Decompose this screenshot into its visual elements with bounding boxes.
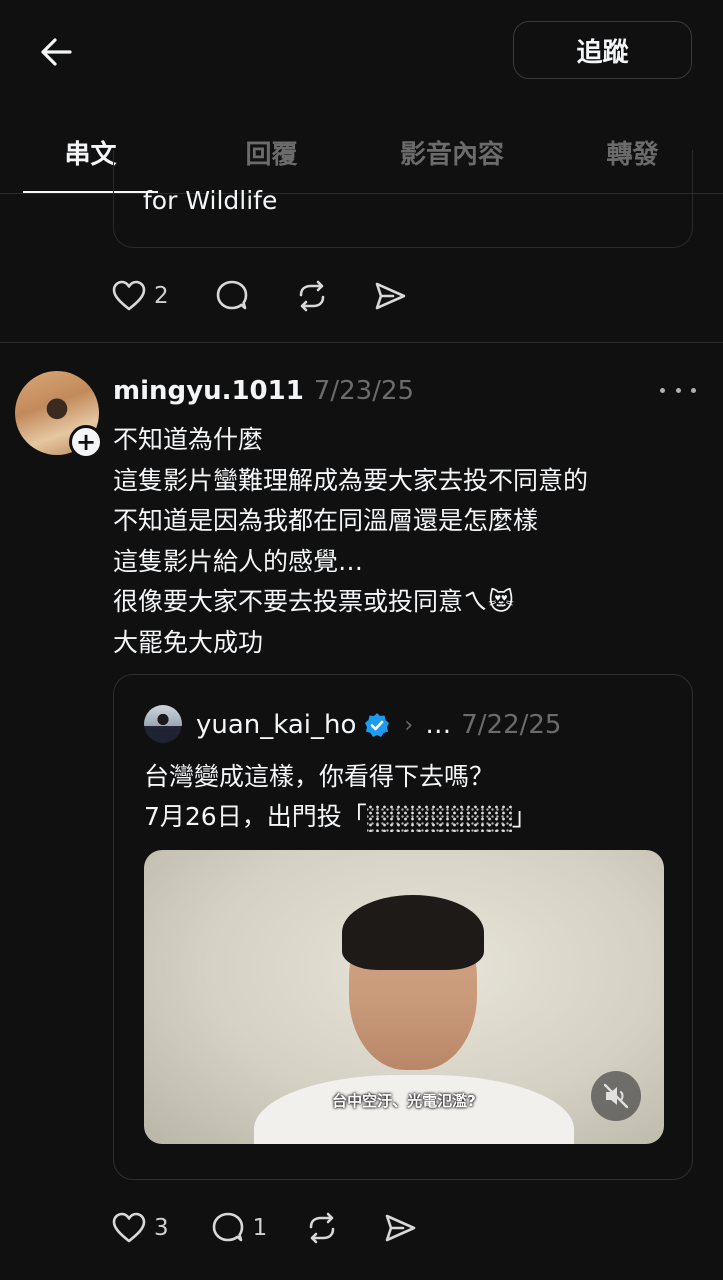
- mute-button[interactable]: [591, 1071, 641, 1121]
- heart-icon: [112, 280, 146, 311]
- quoted-username[interactable]: yuan_kai_ho: [196, 710, 356, 740]
- post-date: 7/23/25: [313, 376, 415, 406]
- quoted-text-line: 7月26日，出門投「 」: [144, 797, 537, 837]
- quoted-text-suffix: 」: [511, 802, 537, 831]
- follow-button[interactable]: 追蹤: [513, 21, 692, 79]
- profile-thread-page: 追蹤 串文 回覆 影音內容 轉發 for Wildlife 2 + mingyu…: [0, 0, 723, 1280]
- quoted-post-header: yuan_kai_ho › … 7/22/25: [196, 705, 561, 745]
- video-thumbnail[interactable]: 台中空汙、光電氾濫?: [144, 850, 664, 1144]
- back-button[interactable]: [32, 28, 80, 76]
- post-text-line: 大罷免大成功: [113, 627, 264, 657]
- like-count: 3: [154, 1215, 169, 1241]
- quoted-post-date: 7/22/25: [461, 710, 562, 740]
- post-actions: 3 1: [112, 1208, 445, 1248]
- post-divider: [0, 342, 723, 343]
- quoted-post-text: 台灣變成這樣，你看得下去嗎？ 7月26日，出門投「 」: [144, 757, 537, 837]
- post-header: mingyu.1011 7/23/25: [113, 372, 414, 410]
- verified-badge-icon: [364, 712, 390, 738]
- quoted-text-line: 台灣變成這樣，你看得下去嗎？: [144, 762, 495, 791]
- thread-ellipsis: …: [425, 710, 452, 740]
- repost-icon: [309, 1212, 335, 1244]
- muted-speaker-icon: [603, 1083, 629, 1109]
- reply-count: 1: [252, 1215, 268, 1241]
- more-options-icon[interactable]: [660, 378, 696, 402]
- previous-post-actions: 2: [112, 276, 435, 316]
- video-caption: 台中空汙、光電氾濫?: [332, 1092, 476, 1110]
- top-bar: 追蹤: [0, 0, 723, 110]
- post-text-line: 這隻影片蠻難理解成為要大家去投不同意的: [113, 465, 589, 495]
- repost-button[interactable]: [305, 1208, 339, 1248]
- reply-button[interactable]: 1: [211, 1208, 268, 1248]
- like-button[interactable]: 2: [112, 276, 169, 316]
- previous-post-card-text: for Wildlife: [143, 186, 278, 215]
- post-text-line: 很像要大家不要去投票或投同意ㄟ😻: [113, 587, 515, 617]
- post-text-line: 不知道是因為我都在同溫層還是怎麼樣: [113, 506, 539, 536]
- quoted-avatar[interactable]: [144, 705, 182, 743]
- quoted-text-prefix: 7月26日，出門投「: [144, 802, 367, 831]
- follow-plus-icon[interactable]: +: [69, 425, 103, 459]
- repost-icon: [299, 280, 324, 312]
- reply-button[interactable]: [215, 276, 249, 316]
- post-text: 不知道為什麼 這隻影片蠻難理解成為要大家去投不同意的 不知道是因為我都在同溫層還…: [113, 420, 703, 664]
- repost-button[interactable]: [295, 276, 329, 316]
- send-icon: [385, 1214, 416, 1242]
- heart-icon: [112, 1212, 146, 1243]
- chevron-right-icon: ›: [404, 712, 414, 738]
- post-username[interactable]: mingyu.1011: [113, 376, 304, 406]
- comment-icon: [212, 1212, 243, 1242]
- quoted-post-card[interactable]: yuan_kai_ho › … 7/22/25 台灣變成這樣，你看得下去嗎？ 7…: [113, 674, 693, 1180]
- share-button[interactable]: [383, 1208, 417, 1248]
- comment-icon: [216, 280, 247, 310]
- hidden-text-mask: [366, 804, 512, 832]
- post-text-line: 不知道為什麼: [113, 425, 264, 454]
- previous-post-card[interactable]: for Wildlife: [113, 150, 693, 248]
- send-icon: [375, 282, 405, 310]
- like-button[interactable]: 3: [112, 1208, 169, 1248]
- share-button[interactable]: [373, 276, 407, 316]
- video-person-hair: [342, 895, 484, 970]
- like-count: 2: [154, 283, 169, 309]
- arrow-left-icon: [41, 38, 72, 66]
- post-text-line: 這隻影片給人的感覺…: [113, 546, 364, 576]
